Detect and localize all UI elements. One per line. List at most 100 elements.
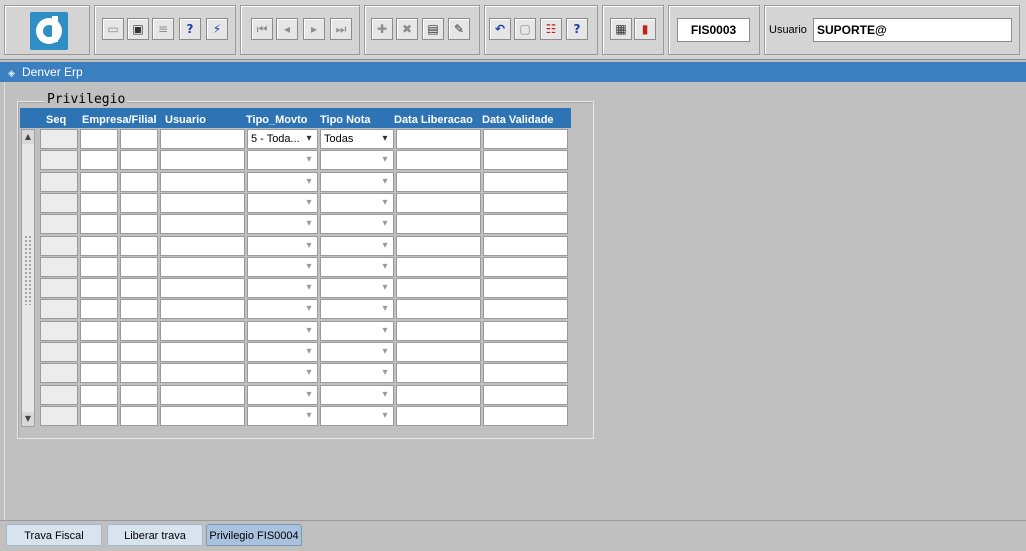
- scroll-down-icon[interactable]: ▼: [22, 412, 34, 426]
- filial-cell[interactable]: [120, 278, 158, 299]
- execute-query-icon[interactable]: ⚡: [206, 18, 228, 40]
- empresa-cell[interactable]: [80, 192, 118, 213]
- query-help-icon[interactable]: ?: [179, 18, 201, 40]
- tipo-movto-select[interactable]: [247, 256, 318, 277]
- tab-liberar-trava[interactable]: Liberar trava: [107, 524, 203, 546]
- usuario-cell[interactable]: [160, 384, 245, 405]
- empresa-cell[interactable]: [80, 342, 118, 362]
- scroll-thumb[interactable]: [24, 235, 32, 305]
- seq-cell[interactable]: [40, 192, 78, 213]
- tipo-movto-select[interactable]: [247, 405, 318, 426]
- menu-icon[interactable]: ▦: [610, 18, 632, 40]
- data-validade-cell[interactable]: [483, 363, 568, 384]
- tipo-movto-select[interactable]: [247, 235, 318, 256]
- clipboard-icon[interactable]: ▢: [514, 18, 536, 40]
- empresa-cell[interactable]: [80, 150, 118, 171]
- tipo-movto-select[interactable]: [247, 320, 318, 341]
- seq-cell[interactable]: [40, 384, 78, 405]
- data-validade-cell[interactable]: [483, 256, 568, 277]
- data-validade-cell[interactable]: [483, 235, 568, 256]
- seq-cell[interactable]: [40, 342, 78, 362]
- tipo-nota-select[interactable]: [320, 214, 394, 235]
- usuario-cell[interactable]: [160, 278, 245, 299]
- data-liberacao-cell[interactable]: [396, 405, 481, 426]
- empresa-cell[interactable]: [80, 405, 118, 426]
- tipo-movto-select[interactable]: [247, 214, 318, 235]
- duplicate-record-icon[interactable]: ▤: [422, 18, 444, 40]
- data-liberacao-cell[interactable]: [396, 235, 481, 256]
- exit-icon[interactable]: ▮: [634, 18, 656, 40]
- list-values-icon[interactable]: ☷: [540, 18, 562, 40]
- usuario-cell[interactable]: [160, 214, 245, 235]
- data-liberacao-cell[interactable]: [396, 129, 481, 149]
- filial-cell[interactable]: [120, 363, 158, 384]
- tipo-movto-select[interactable]: [247, 299, 318, 320]
- previous-record-icon[interactable]: ◂: [276, 18, 298, 40]
- seq-cell[interactable]: [40, 278, 78, 299]
- data-validade-cell[interactable]: [483, 320, 568, 341]
- empresa-cell[interactable]: [80, 129, 118, 149]
- filial-cell[interactable]: [120, 235, 158, 256]
- filial-cell[interactable]: [120, 150, 158, 171]
- empresa-cell[interactable]: [80, 278, 118, 299]
- tipo-movto-select[interactable]: [247, 363, 318, 384]
- usuario-cell[interactable]: [160, 363, 245, 384]
- tipo-movto-select[interactable]: [247, 384, 318, 405]
- tipo-nota-select[interactable]: [320, 363, 394, 384]
- empresa-cell[interactable]: [80, 171, 118, 192]
- last-record-icon[interactable]: ⏭: [330, 18, 352, 40]
- tipo-nota-select[interactable]: [320, 256, 394, 277]
- tipo-nota-select[interactable]: [320, 150, 394, 171]
- tipo-movto-select[interactable]: [247, 278, 318, 299]
- data-validade-cell[interactable]: [483, 278, 568, 299]
- data-liberacao-cell[interactable]: [396, 320, 481, 341]
- filial-cell[interactable]: [120, 129, 158, 149]
- filial-cell[interactable]: [120, 256, 158, 277]
- seq-cell[interactable]: [40, 150, 78, 171]
- filial-cell[interactable]: [120, 171, 158, 192]
- tipo-nota-select[interactable]: [320, 384, 394, 405]
- tipo-nota-select[interactable]: Todas: [320, 129, 394, 149]
- data-validade-cell[interactable]: [483, 299, 568, 320]
- seq-cell[interactable]: [40, 299, 78, 320]
- user-field[interactable]: SUPORTE@: [813, 18, 1012, 42]
- seq-cell[interactable]: [40, 235, 78, 256]
- filial-cell[interactable]: [120, 384, 158, 405]
- seq-cell[interactable]: [40, 171, 78, 192]
- help-icon[interactable]: ?: [566, 18, 588, 40]
- tipo-movto-select[interactable]: [247, 192, 318, 213]
- empresa-cell[interactable]: [80, 363, 118, 384]
- grid-scrollbar[interactable]: ▲ ▼: [21, 129, 35, 427]
- data-liberacao-cell[interactable]: [396, 150, 481, 171]
- tipo-movto-select[interactable]: [247, 171, 318, 192]
- edit-field-icon[interactable]: ✎: [448, 18, 470, 40]
- insert-record-icon[interactable]: ✚: [371, 18, 393, 40]
- printer-icon[interactable]: ≡: [152, 18, 174, 40]
- usuario-cell[interactable]: [160, 150, 245, 171]
- tipo-nota-select[interactable]: [320, 235, 394, 256]
- usuario-cell[interactable]: [160, 299, 245, 320]
- filial-cell[interactable]: [120, 192, 158, 213]
- empresa-cell[interactable]: [80, 214, 118, 235]
- usuario-cell[interactable]: [160, 405, 245, 426]
- empresa-cell[interactable]: [80, 256, 118, 277]
- tipo-movto-select[interactable]: [247, 342, 318, 362]
- seq-cell[interactable]: [40, 214, 78, 235]
- data-liberacao-cell[interactable]: [396, 384, 481, 405]
- filial-cell[interactable]: [120, 320, 158, 341]
- data-validade-cell[interactable]: [483, 150, 568, 171]
- filial-cell[interactable]: [120, 342, 158, 362]
- data-validade-cell[interactable]: [483, 342, 568, 362]
- data-validade-cell[interactable]: [483, 384, 568, 405]
- seq-cell[interactable]: [40, 320, 78, 341]
- seq-cell[interactable]: [40, 129, 78, 149]
- data-liberacao-cell[interactable]: [396, 192, 481, 213]
- filial-cell[interactable]: [120, 299, 158, 320]
- empresa-cell[interactable]: [80, 299, 118, 320]
- data-liberacao-cell[interactable]: [396, 171, 481, 192]
- data-liberacao-cell[interactable]: [396, 299, 481, 320]
- empresa-cell[interactable]: [80, 320, 118, 341]
- first-record-icon[interactable]: ⏮: [251, 18, 273, 40]
- data-validade-cell[interactable]: [483, 192, 568, 213]
- tipo-nota-select[interactable]: [320, 342, 394, 362]
